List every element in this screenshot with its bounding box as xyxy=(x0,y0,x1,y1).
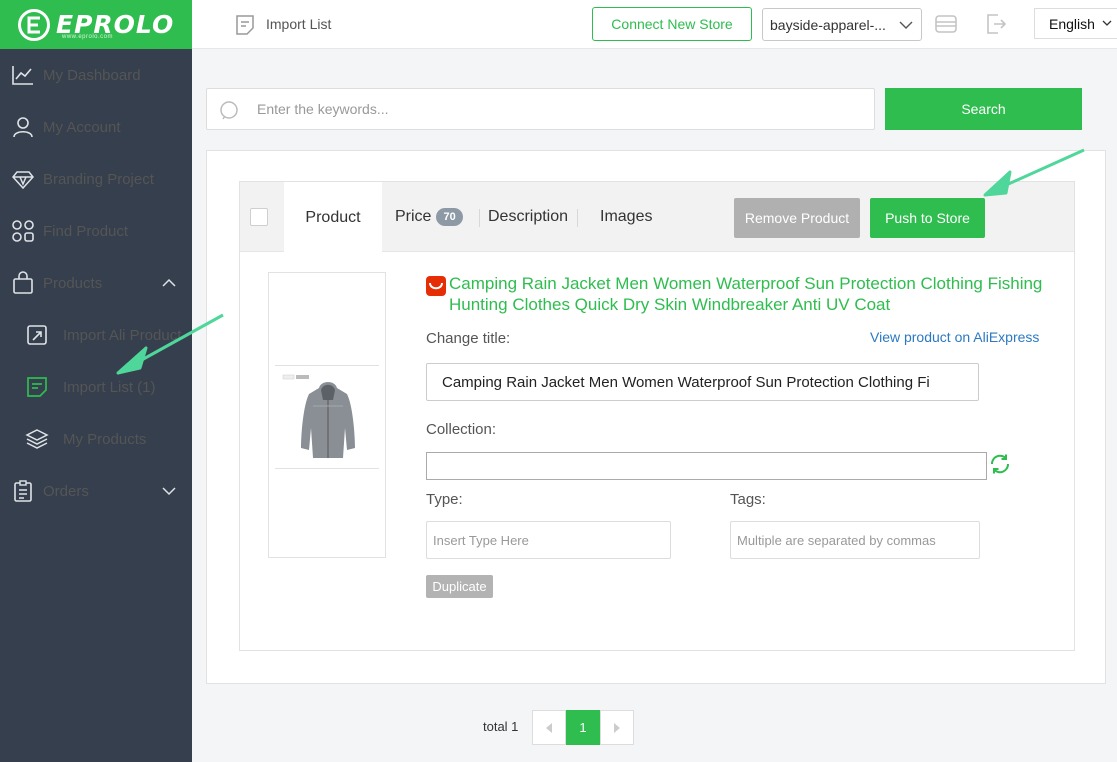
sidebar-item-import-ali[interactable]: Import Ali Product xyxy=(0,309,192,361)
top-header: Import List Connect New Store bayside-ap… xyxy=(192,0,1117,49)
tab-label: Price xyxy=(395,208,432,225)
eprolo-logo-icon xyxy=(18,8,50,41)
tab-label: Images xyxy=(600,208,653,225)
page-number-button[interactable]: 1 xyxy=(566,710,600,745)
product-tabs: Product Price 70 Description Images Remo… xyxy=(240,182,1074,253)
sidebar-item-label: Find Product xyxy=(43,222,129,240)
sidebar-item-branding[interactable]: Branding Project xyxy=(0,153,192,205)
prev-page-button[interactable] xyxy=(532,710,566,745)
diamond-icon xyxy=(12,171,34,190)
caret-right-icon xyxy=(614,722,620,733)
chevron-up-icon[interactable] xyxy=(161,275,177,291)
import-list-icon xyxy=(236,15,254,35)
store-icon[interactable] xyxy=(934,12,958,36)
aliexpress-icon xyxy=(426,276,446,296)
tags-label: Tags: xyxy=(730,491,766,508)
type-label: Type: xyxy=(426,491,463,508)
clipboard-icon xyxy=(14,480,32,502)
collection-label: Collection: xyxy=(426,421,497,438)
search-input[interactable] xyxy=(257,97,857,121)
search-bar xyxy=(206,88,875,130)
type-input[interactable] xyxy=(426,521,671,559)
price-count-badge: 70 xyxy=(436,208,463,226)
next-page-button[interactable] xyxy=(600,710,634,745)
product-card: Product Price 70 Description Images Remo… xyxy=(239,181,1075,651)
chevron-down-icon[interactable] xyxy=(161,483,177,499)
sidebar-item-label: Import List (1) xyxy=(63,378,156,396)
list-icon xyxy=(27,377,47,397)
pagination-total: total 1 xyxy=(483,719,519,734)
user-icon xyxy=(13,117,33,138)
sidebar-item-label: My Products xyxy=(63,430,147,448)
tab-product[interactable]: Product xyxy=(284,182,382,253)
collection-input[interactable] xyxy=(426,452,987,480)
store-select-value: bayside-apparel-... xyxy=(770,16,886,33)
store-select[interactable]: bayside-apparel-... xyxy=(762,8,922,41)
tab-divider xyxy=(479,209,480,227)
logout-icon[interactable] xyxy=(984,12,1008,36)
sidebar-item-account[interactable]: My Account xyxy=(0,101,192,153)
tags-input[interactable] xyxy=(730,521,980,559)
bag-icon xyxy=(13,271,33,294)
sidebar-item-products[interactable]: Products xyxy=(0,257,192,309)
language-select[interactable]: English xyxy=(1034,8,1117,39)
jacket-image xyxy=(282,374,355,458)
caret-left-icon xyxy=(546,722,552,733)
tab-label: Product xyxy=(305,208,361,226)
sidebar-item-label: Branding Project xyxy=(43,170,154,188)
chart-line-icon xyxy=(12,66,33,85)
page-number: 1 xyxy=(579,720,587,735)
language-value: English xyxy=(1049,15,1095,32)
sidebar-item-label: Orders xyxy=(43,482,89,500)
sidebar-item-import-list[interactable]: Import List (1) xyxy=(0,361,192,413)
sidebar-item-label: My Account xyxy=(43,118,121,136)
search-icon xyxy=(220,101,238,120)
layers-icon xyxy=(25,429,49,449)
connect-store-button[interactable]: Connect New Store xyxy=(592,7,752,41)
sidebar-item-my-products[interactable]: My Products xyxy=(0,413,192,465)
sidebar-item-find-product[interactable]: Find Product xyxy=(0,205,192,257)
remove-product-button[interactable]: Remove Product xyxy=(734,198,860,238)
sidebar-item-label: My Dashboard xyxy=(43,66,141,84)
select-product-checkbox[interactable] xyxy=(250,208,268,226)
brand-logo[interactable]: EPROLO www.eprolo.com xyxy=(0,0,192,49)
product-thumbnail-box xyxy=(268,272,386,558)
refresh-icon[interactable] xyxy=(988,452,1012,476)
brand-site: www.eprolo.com xyxy=(62,34,114,40)
product-title-link[interactable]: Camping Rain Jacket Men Women Waterproof… xyxy=(449,273,1049,315)
view-on-aliexpress-link[interactable]: View product on AliExpress xyxy=(870,329,1039,345)
sidebar-item-dashboard[interactable]: My Dashboard xyxy=(0,49,192,101)
tab-images[interactable]: Images xyxy=(600,182,652,252)
sidebar-item-orders[interactable]: Orders xyxy=(0,465,192,517)
duplicate-button[interactable]: Duplicate xyxy=(426,575,493,598)
chevron-down-icon xyxy=(1102,20,1112,26)
push-to-store-button[interactable]: Push to Store xyxy=(870,198,985,238)
tab-divider xyxy=(577,209,578,227)
change-title-label: Change title: xyxy=(426,330,511,347)
chevron-down-icon xyxy=(899,21,913,29)
grid-icon xyxy=(12,220,34,242)
sidebar-item-label: Products xyxy=(43,274,103,292)
import-icon xyxy=(27,325,47,345)
tab-price[interactable]: Price 70 xyxy=(395,182,463,252)
tab-label: Description xyxy=(488,208,569,225)
page-title: Import List xyxy=(266,16,332,32)
sidebar-item-label: Import Ali Product xyxy=(63,326,182,344)
sidebar: EPROLO www.eprolo.com My Dashboard My Ac… xyxy=(0,0,192,762)
tab-description[interactable]: Description xyxy=(488,182,568,252)
search-button[interactable]: Search xyxy=(885,88,1082,130)
product-thumbnail[interactable] xyxy=(275,365,379,469)
title-input[interactable] xyxy=(426,363,979,401)
